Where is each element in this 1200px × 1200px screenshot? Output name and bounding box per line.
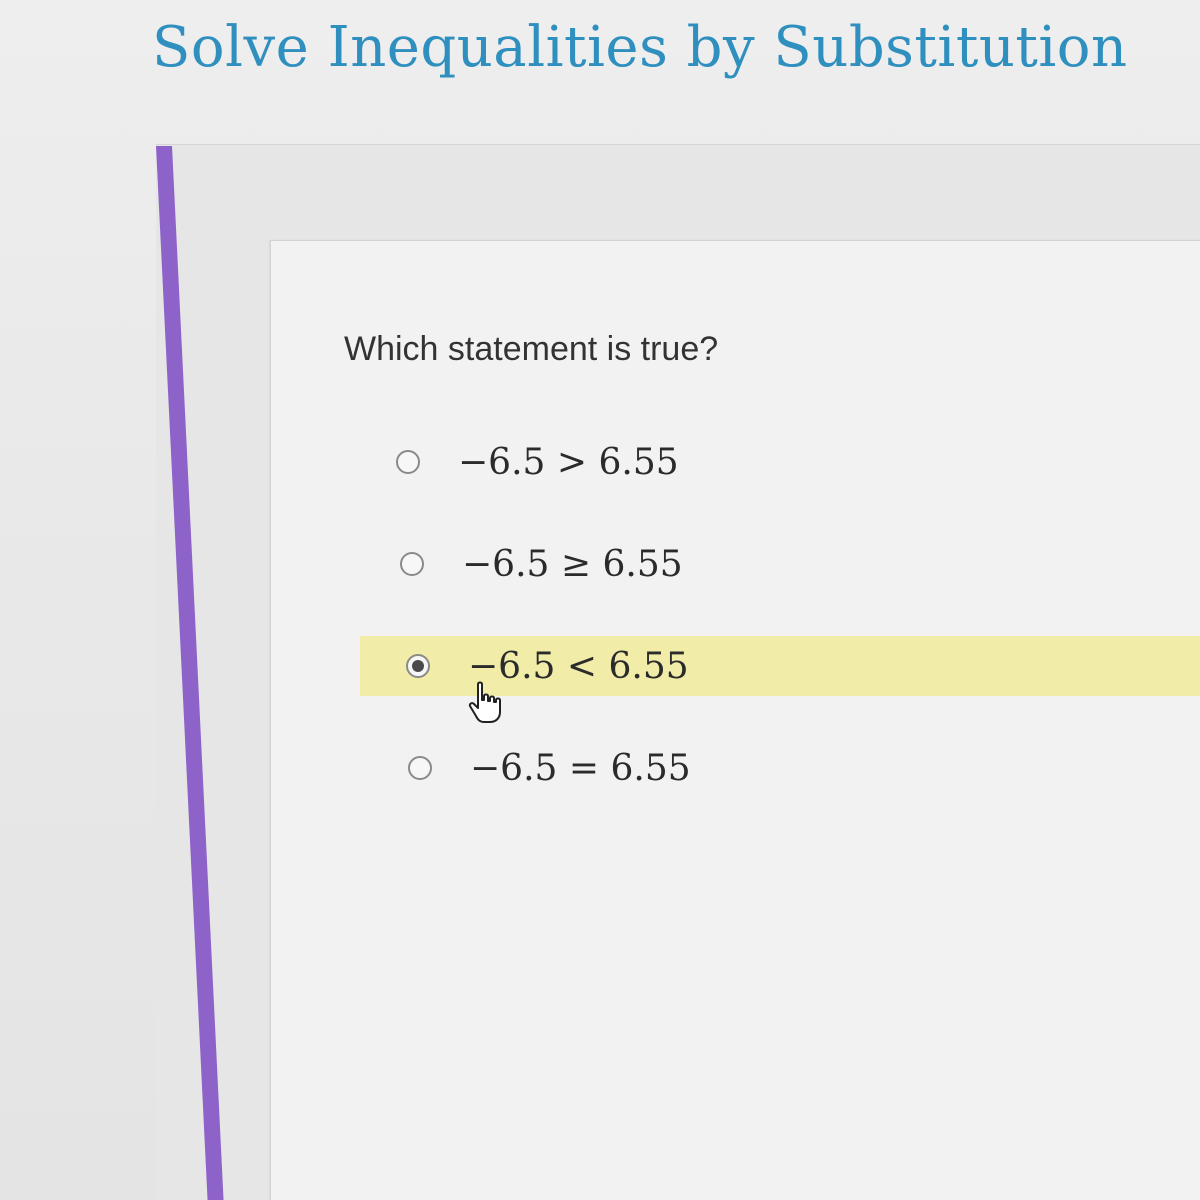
answer-option-2[interactable]: −6.5 ≥ 6.55 — [400, 534, 683, 594]
page: Solve Inequalities by Substitution Which… — [0, 0, 1200, 1200]
radio-button-selected[interactable] — [406, 654, 430, 678]
answer-option-4[interactable]: −6.5 = 6.55 — [408, 738, 691, 798]
radio-button[interactable] — [396, 450, 420, 474]
page-title: Solve Inequalities by Substitution — [152, 15, 1128, 80]
question-prompt: Which statement is true? — [344, 330, 719, 368]
question-card — [270, 240, 1200, 1200]
option-label: −6.5 = 6.55 — [470, 747, 691, 789]
answer-option-1[interactable]: −6.5 > 6.55 — [396, 432, 679, 492]
radio-button[interactable] — [400, 552, 424, 576]
radio-button[interactable] — [408, 756, 432, 780]
option-label: −6.5 ≥ 6.55 — [462, 543, 683, 585]
option-label: −6.5 > 6.55 — [458, 441, 679, 483]
hand-pointer-icon — [468, 681, 501, 723]
